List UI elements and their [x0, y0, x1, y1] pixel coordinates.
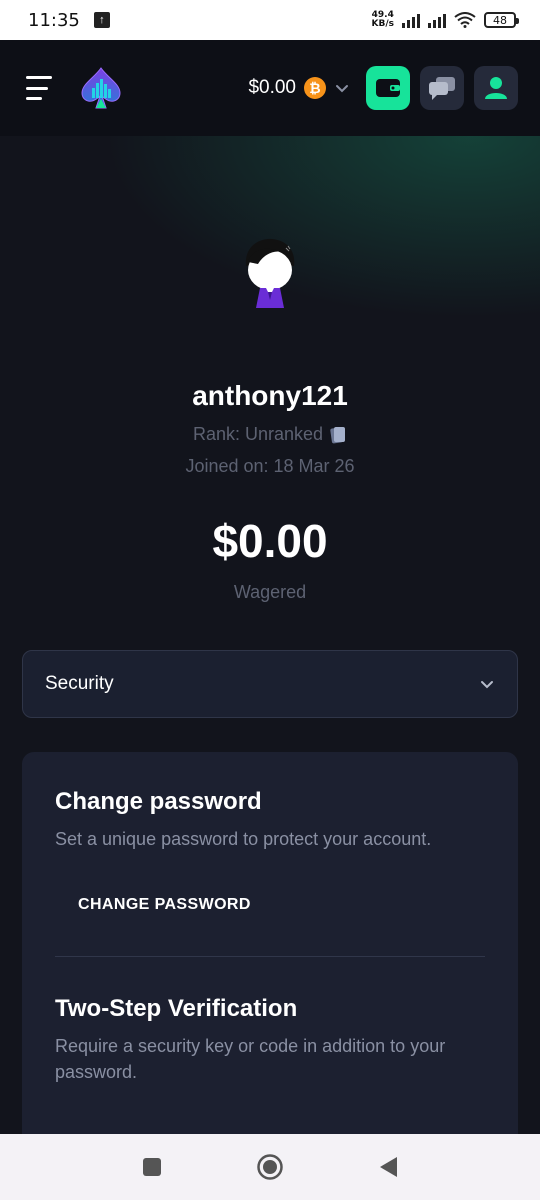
- joined-date: Joined on: 18 Mar 26: [185, 456, 355, 476]
- two-step-description: Require a security key or code in additi…: [55, 1036, 446, 1082]
- recents-icon: [143, 1158, 161, 1176]
- divider: [55, 956, 485, 957]
- app-header: $0.00 ₿: [0, 40, 540, 136]
- battery-level: 48: [493, 13, 507, 27]
- menu-icon[interactable]: [26, 76, 54, 100]
- network-speed: 49.4 KB/s: [372, 11, 394, 29]
- chevron-down-icon: [336, 85, 348, 93]
- profile-page: anthony121 Rank: Unranked Joined on: 18 …: [0, 136, 540, 1134]
- rank-badge-icon: [330, 426, 346, 443]
- rank-line: Rank: Unranked: [0, 424, 540, 445]
- chevron-down-icon: [481, 681, 493, 689]
- network-speed-unit: KB/s: [371, 19, 394, 29]
- section-select[interactable]: Security: [22, 650, 518, 718]
- username: anthony121: [192, 380, 348, 411]
- signal-icon: [402, 12, 420, 28]
- wagered-amount: $0.00: [212, 515, 328, 567]
- change-password-button[interactable]: CHANGE PASSWORD: [78, 896, 251, 914]
- home-button[interactable]: [256, 1153, 284, 1181]
- change-password-title: Change password: [55, 788, 262, 815]
- system-nav-bar: [0, 1134, 540, 1200]
- bitcoin-icon: ₿: [304, 77, 326, 99]
- wallet-button[interactable]: [366, 66, 410, 110]
- status-time: 11:35: [28, 9, 80, 31]
- home-icon: [257, 1154, 283, 1180]
- back-icon: [380, 1157, 397, 1177]
- upload-icon: ↑: [93, 12, 110, 28]
- two-step-title: Two-Step Verification: [55, 995, 298, 1022]
- chat-button[interactable]: [420, 66, 464, 110]
- wagered-label: Wagered: [233, 582, 307, 602]
- battery-icon: 48: [484, 12, 519, 28]
- section-select-value: Security: [45, 673, 114, 694]
- profile-button[interactable]: [474, 66, 518, 110]
- chat-icon: [429, 77, 455, 100]
- avatar: [245, 238, 295, 308]
- spade-logo-icon[interactable]: [80, 66, 122, 110]
- rank-text: Rank: Unranked: [192, 424, 324, 444]
- recents-button[interactable]: [138, 1153, 166, 1181]
- security-card: Change password Set a unique password to…: [22, 752, 518, 1134]
- user-icon: [485, 77, 507, 99]
- wifi-icon: [454, 12, 476, 28]
- status-bar: 11:35 ↑ 49.4 KB/s 48: [0, 0, 540, 40]
- wallet-icon: [376, 79, 400, 97]
- back-button[interactable]: [374, 1153, 402, 1181]
- balance-amount: $0.00: [248, 77, 296, 98]
- change-password-description: Set a unique password to protect your ac…: [55, 829, 432, 849]
- balance-dropdown[interactable]: $0.00 ₿: [248, 77, 350, 99]
- signal-icon: [428, 12, 446, 28]
